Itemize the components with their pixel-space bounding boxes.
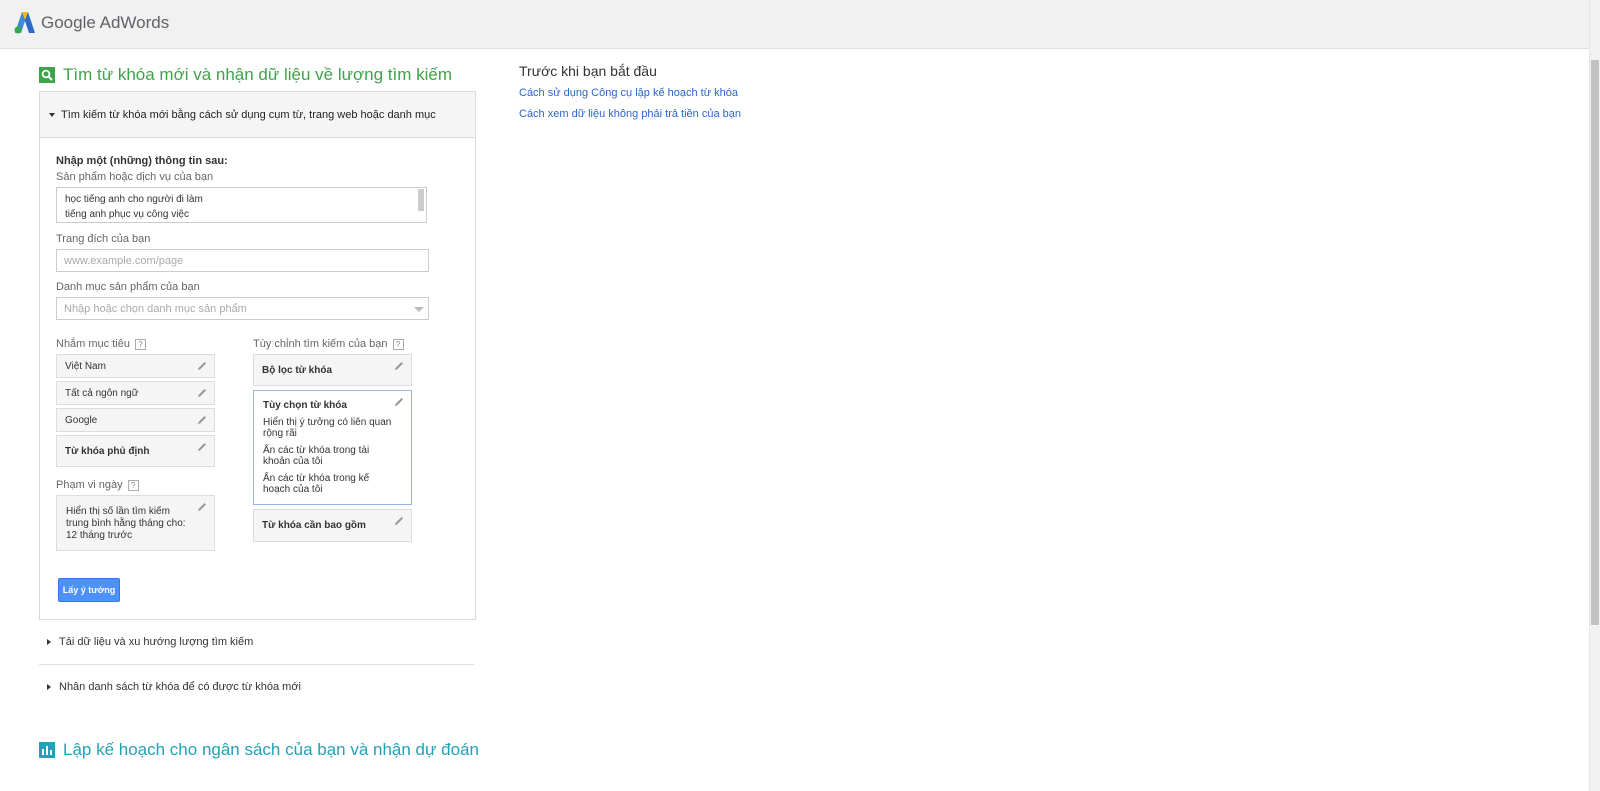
category-select[interactable]: Nhập hoặc chọn danh mục sản phẩm bbox=[56, 297, 429, 320]
customize-label-text: Tùy chỉnh tìm kiếm của bạn bbox=[253, 338, 388, 350]
product-textarea[interactable]: học tiếng anh cho người đi làm tiếng anh… bbox=[56, 187, 427, 223]
pencil-icon bbox=[198, 443, 206, 451]
find-keywords-title[interactable]: Tìm từ khóa mới và nhận dữ liệu về lượng… bbox=[39, 65, 452, 85]
targeting-language[interactable]: Tất cả ngôn ngữ bbox=[56, 381, 215, 405]
targeting-language-text: Tất cả ngôn ngữ bbox=[65, 388, 139, 399]
search-volume-label: Tải dữ liệu và xu hướng lượng tìm kiếm bbox=[59, 636, 254, 648]
scrollbar[interactable] bbox=[1589, 0, 1600, 791]
pencil-icon bbox=[198, 416, 206, 424]
find-keywords-title-text: Tìm từ khóa mới và nhận dữ liệu về lượng… bbox=[63, 65, 453, 84]
panel-header[interactable]: Tìm kiếm từ khóa mới bằng cách sử dụng c… bbox=[40, 92, 475, 138]
help-icon[interactable]: ? bbox=[134, 338, 146, 350]
get-ideas-button[interactable]: Lấy ý tưởng bbox=[58, 578, 120, 602]
keyword-option-line: Ẩn các từ khóa trong kế hoạch của tôi bbox=[263, 473, 370, 495]
product-label: Sản phẩm hoặc dịch vụ của bạn bbox=[56, 171, 214, 183]
keyword-option-line: Hiển thị ý tưởng có liên quan rộng rãi bbox=[263, 417, 392, 439]
dropdown-arrow-icon bbox=[414, 307, 424, 312]
date-range-label: Phạm vi ngày? bbox=[56, 479, 139, 491]
pencil-icon bbox=[395, 517, 403, 525]
multiply-keywords-label: Nhân danh sách từ khóa để có được từ khó… bbox=[59, 681, 301, 693]
pencil-icon bbox=[198, 362, 206, 370]
product-line: tiếng anh phục vụ công việc bbox=[65, 209, 189, 220]
plan-budget-title-text: Lập kế hoạch cho ngân sách của bạn và nh… bbox=[63, 740, 479, 759]
sidebar-title: Trước khi bạn bắt đầu bbox=[519, 63, 657, 79]
category-label: Danh mục sản phẩm của bạn bbox=[56, 281, 200, 293]
keyword-option-line: Ẩn các từ khóa trong tài khoản của tôi bbox=[263, 445, 370, 467]
logo-product: AdWords bbox=[99, 13, 170, 32]
panel-heading: Tìm kiếm từ khóa mới bằng cách sử dụng c… bbox=[61, 108, 436, 121]
plan-budget-title[interactable]: Lập kế hoạch cho ngân sách của bạn và nh… bbox=[39, 740, 479, 760]
keywords-to-include[interactable]: Từ khóa cần bao gồm bbox=[253, 509, 412, 542]
pencil-icon bbox=[395, 362, 403, 370]
instructions-label: Nhập một (những) thông tin sau: bbox=[56, 155, 228, 167]
help-link-keyword-planner[interactable]: Cách sử dụng Công cụ lập kế hoạch từ khó… bbox=[519, 87, 738, 99]
pencil-icon bbox=[395, 398, 403, 406]
search-icon bbox=[39, 67, 55, 83]
keyword-filter-text: Bộ lọc từ khóa bbox=[262, 365, 333, 376]
divider bbox=[39, 664, 474, 665]
scrollbar-thumb[interactable] bbox=[1591, 60, 1599, 625]
date-range-text: Hiển thị số lần tìm kiếm trung bình hằng… bbox=[66, 506, 186, 541]
textarea-scrollbar[interactable] bbox=[418, 189, 424, 211]
date-range-label-text: Phạm vi ngày bbox=[56, 479, 123, 491]
targeting-label-text: Nhắm mục tiêu bbox=[56, 338, 130, 350]
logo-text: Google AdWords bbox=[41, 13, 169, 33]
multiply-keywords-section[interactable]: Nhân danh sách từ khóa để có được từ khó… bbox=[39, 679, 474, 695]
help-icon[interactable]: ? bbox=[392, 338, 404, 350]
find-keywords-panel: Tìm kiếm từ khóa mới bằng cách sử dụng c… bbox=[39, 91, 476, 620]
negative-keywords[interactable]: Từ khóa phủ định bbox=[56, 435, 215, 467]
search-volume-section[interactable]: Tải dữ liệu và xu hướng lượng tìm kiếm bbox=[39, 634, 474, 650]
top-bar: Google AdWords bbox=[0, 0, 1590, 49]
logo-google: Google bbox=[41, 13, 96, 32]
chevron-right-icon bbox=[47, 639, 51, 645]
date-range-tile[interactable]: Hiển thị số lần tìm kiếm trung bình hằng… bbox=[56, 495, 215, 551]
targeting-label: Nhắm mục tiêu? bbox=[56, 338, 146, 350]
keyword-options-title: Tùy chọn từ khóa bbox=[263, 400, 347, 411]
chart-icon bbox=[39, 742, 55, 758]
keyword-filter[interactable]: Bộ lọc từ khóa bbox=[253, 354, 412, 386]
pencil-icon bbox=[198, 503, 206, 511]
pencil-icon bbox=[198, 389, 206, 397]
category-placeholder: Nhập hoặc chọn danh mục sản phẩm bbox=[64, 303, 247, 315]
adwords-logo-icon bbox=[14, 12, 35, 34]
targeting-network-text: Google bbox=[65, 415, 98, 426]
targeting-location-text: Việt Nam bbox=[65, 361, 106, 372]
help-link-organic-data[interactable]: Cách xem dữ liệu không phải trả tiền của… bbox=[519, 108, 741, 120]
landing-page-input[interactable]: www.example.com/page bbox=[56, 249, 429, 272]
keywords-to-include-text: Từ khóa cần bao gồm bbox=[262, 520, 366, 531]
chevron-right-icon bbox=[47, 684, 51, 690]
chevron-down-icon bbox=[49, 112, 55, 117]
targeting-network[interactable]: Google bbox=[56, 408, 215, 432]
landing-page-label: Trang đích của bạn bbox=[56, 233, 151, 245]
negative-keywords-text: Từ khóa phủ định bbox=[65, 446, 150, 457]
adwords-logo[interactable]: Google AdWords bbox=[13, 11, 169, 35]
keyword-options[interactable]: Tùy chọn từ khóa Hiển thị ý tưởng có liê… bbox=[253, 390, 412, 505]
help-icon[interactable]: ? bbox=[127, 479, 139, 491]
targeting-location[interactable]: Việt Nam bbox=[56, 354, 215, 378]
product-line: học tiếng anh cho người đi làm bbox=[65, 194, 203, 205]
customize-label: Tùy chỉnh tìm kiếm của bạn? bbox=[253, 338, 404, 350]
